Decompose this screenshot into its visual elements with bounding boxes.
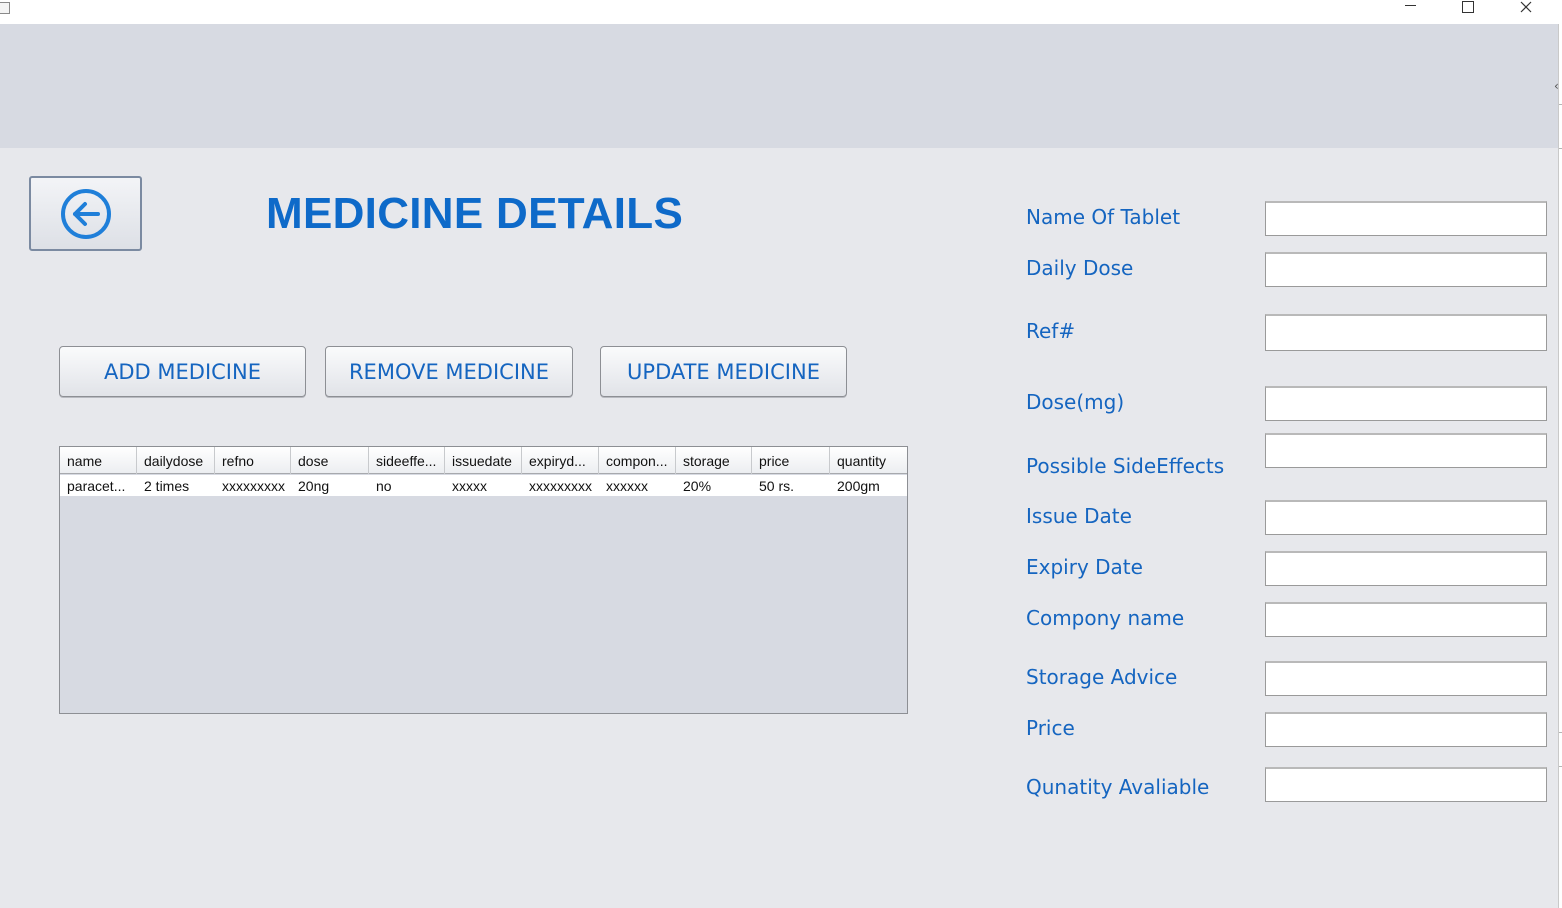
column-header-dailydose[interactable]: dailydose [137, 447, 215, 474]
column-header-price[interactable]: price [752, 447, 830, 474]
issue-date-field[interactable] [1265, 500, 1547, 535]
label-quantity-available: Qunatity Avaliable [1026, 775, 1210, 799]
ref-no-field[interactable] [1265, 314, 1547, 351]
app-icon [0, 2, 10, 14]
table-row[interactable]: paracet... 2 times xxxxxxxxx 20ng no xxx… [60, 475, 907, 496]
table-cell[interactable]: 2 times [137, 475, 215, 496]
column-header-refno[interactable]: refno [215, 447, 291, 474]
table-cell[interactable]: 20ng [291, 475, 369, 496]
column-header-expirydate[interactable]: expiryd... [522, 447, 599, 474]
close-icon [1520, 1, 1532, 13]
table-cell[interactable]: xxxxxxxxx [522, 475, 599, 496]
maximize-button[interactable] [1439, 0, 1497, 24]
table-cell[interactable]: xxxxxx [599, 475, 676, 496]
name-of-tablet-field[interactable] [1265, 201, 1547, 236]
price-field[interactable] [1265, 712, 1547, 747]
back-button[interactable] [29, 176, 142, 251]
minimize-icon [1404, 4, 1416, 6]
column-header-dose[interactable]: dose [291, 447, 369, 474]
label-dose-mg: Dose(mg) [1026, 390, 1125, 414]
label-price: Price [1026, 716, 1075, 740]
table-cell[interactable]: 50 rs. [752, 475, 830, 496]
table-header: name dailydose refno dose sideeffe... is… [60, 447, 907, 474]
label-daily-dose: Daily Dose [1026, 256, 1134, 280]
label-company-name: Compony name [1026, 606, 1185, 630]
update-medicine-button[interactable]: UPDATE MEDICINE [600, 346, 847, 397]
label-expiry-date: Expiry Date [1026, 555, 1143, 579]
add-medicine-button[interactable]: ADD MEDICINE [59, 346, 306, 397]
table-cell[interactable]: xxxxxxxxx [215, 475, 291, 496]
close-button[interactable] [1497, 0, 1555, 24]
chevron-left-icon: ‹ [1554, 79, 1559, 93]
column-header-sideeffects[interactable]: sideeffe... [369, 447, 445, 474]
column-header-company[interactable]: compon... [599, 447, 676, 474]
dose-mg-field[interactable] [1265, 386, 1547, 421]
remove-medicine-button[interactable]: REMOVE MEDICINE [325, 346, 573, 397]
table-cell[interactable]: 200gm [830, 475, 907, 496]
minimize-button[interactable] [1381, 0, 1439, 24]
label-ref-no: Ref# [1026, 319, 1076, 343]
column-header-issuedate[interactable]: issuedate [445, 447, 522, 474]
window-title-bar [0, 0, 1562, 24]
medicine-table[interactable]: name dailydose refno dose sideeffe... is… [59, 446, 908, 714]
expiry-date-field[interactable] [1265, 551, 1547, 586]
quantity-available-field[interactable] [1265, 767, 1547, 802]
right-edge-strip [1558, 24, 1562, 908]
side-effects-field[interactable] [1265, 433, 1547, 468]
column-header-quantity[interactable]: quantity [830, 447, 907, 474]
daily-dose-field[interactable] [1265, 252, 1547, 287]
label-storage-advice: Storage Advice [1026, 665, 1178, 689]
table-cell[interactable]: 20% [676, 475, 752, 496]
storage-advice-field[interactable] [1265, 661, 1547, 696]
label-name-of-tablet: Name Of Tablet [1026, 205, 1181, 229]
company-name-field[interactable] [1265, 602, 1547, 637]
page-title: MEDICINE DETAILS [266, 189, 684, 238]
column-header-name[interactable]: name [60, 447, 137, 474]
back-arrow-icon [60, 188, 111, 239]
maximize-icon [1462, 1, 1474, 13]
table-cell[interactable]: no [369, 475, 445, 496]
header-band [0, 24, 1558, 148]
table-cell[interactable]: paracet... [60, 475, 137, 496]
label-side-effects: Possible SideEffects [1026, 454, 1225, 478]
label-issue-date: Issue Date [1026, 504, 1132, 528]
table-cell[interactable]: xxxxx [445, 475, 522, 496]
column-header-storage[interactable]: storage [676, 447, 752, 474]
